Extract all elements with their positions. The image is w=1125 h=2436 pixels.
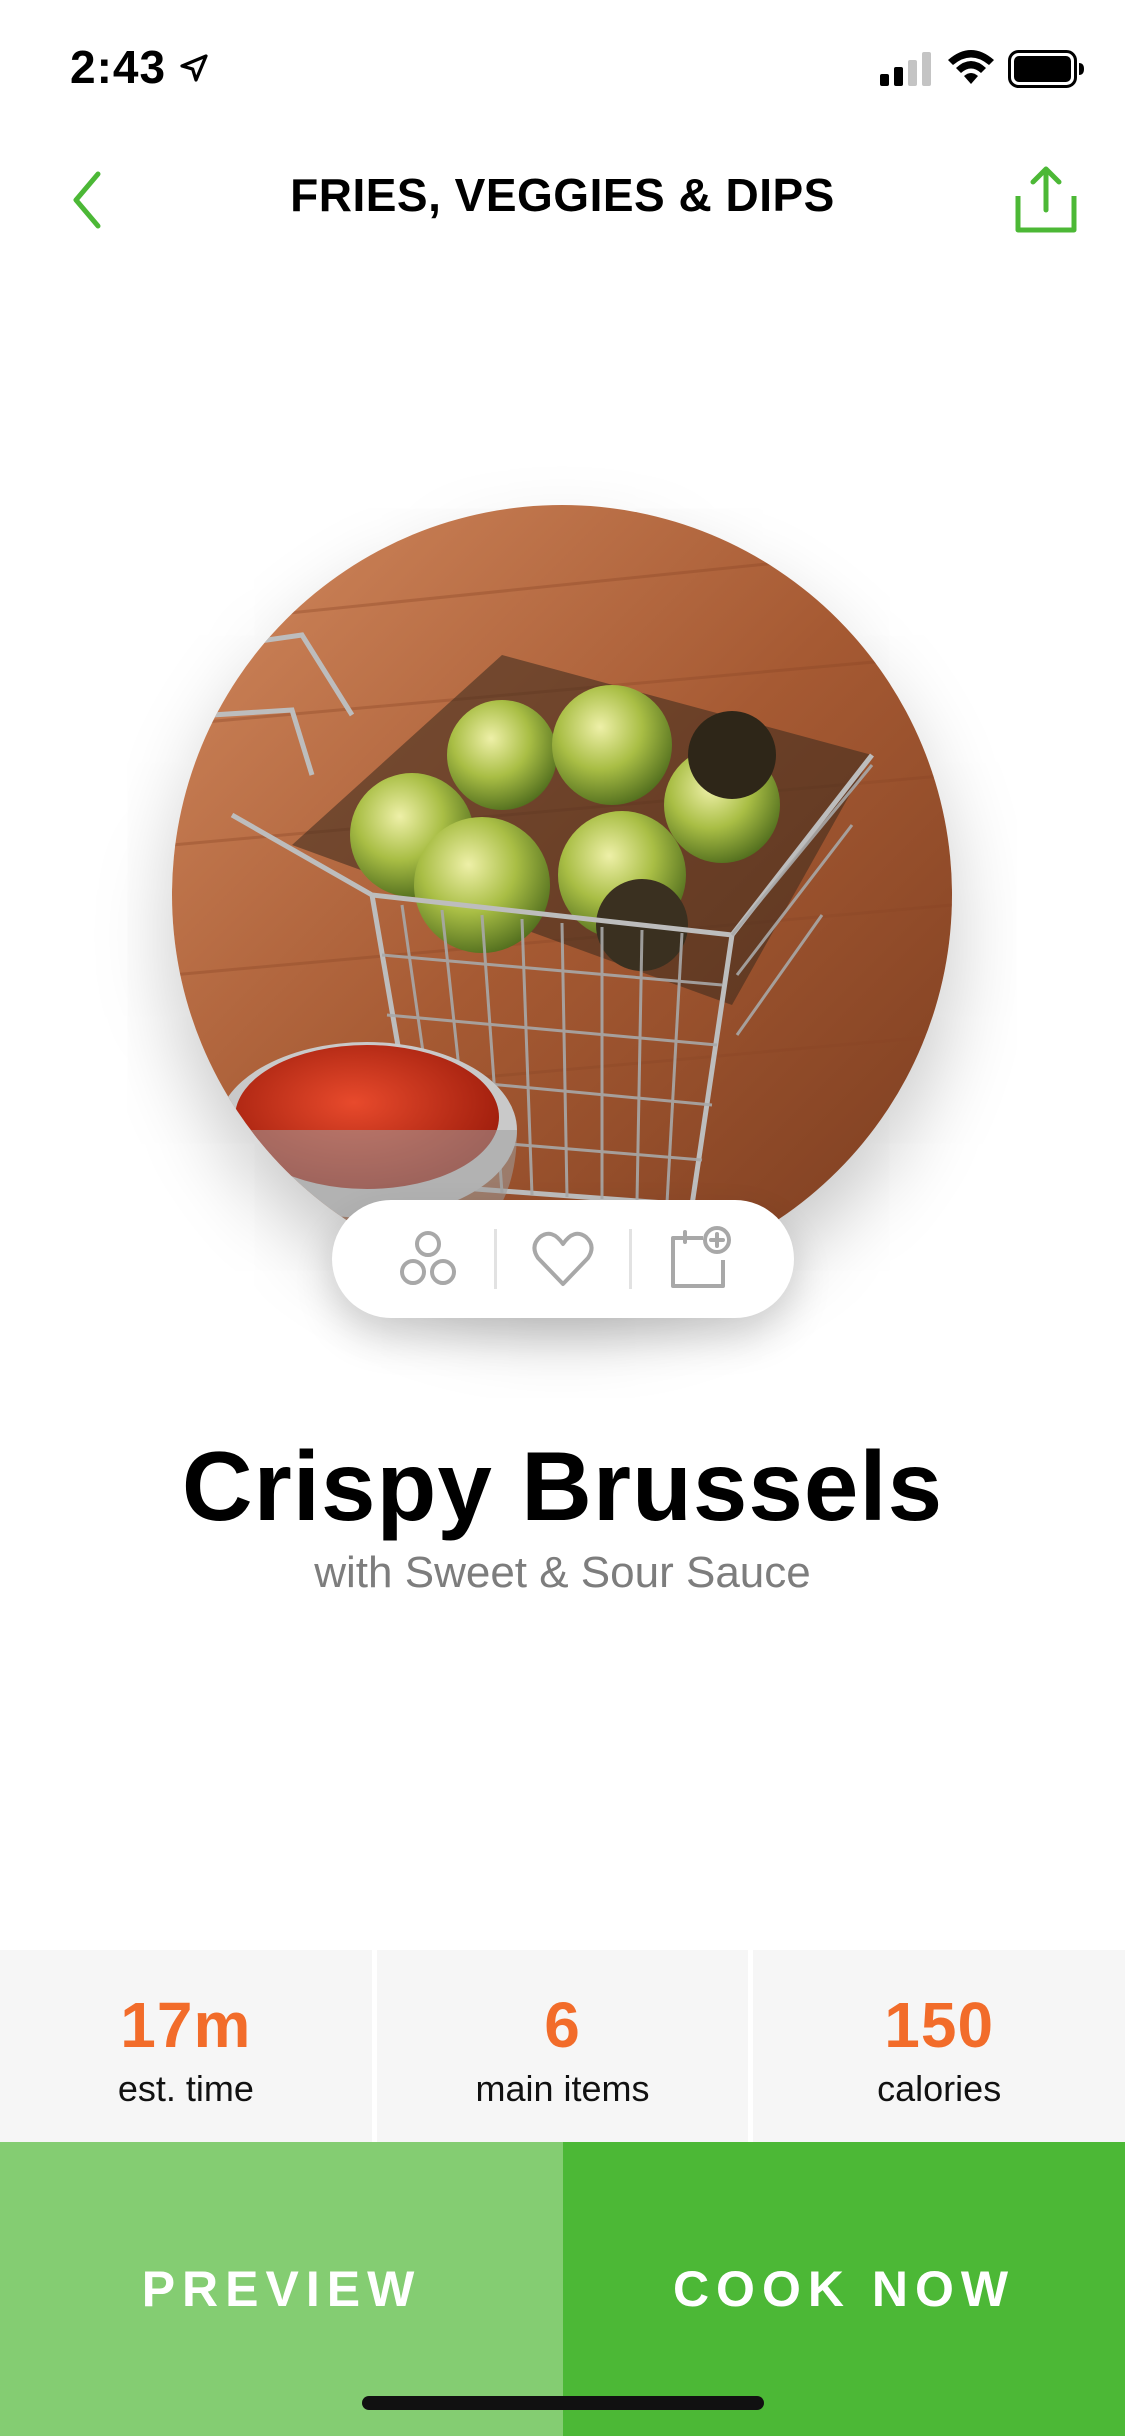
food-photo (172, 505, 952, 1285)
divider (493, 1229, 497, 1289)
wifi-icon (948, 50, 994, 84)
recipe-photo (172, 505, 952, 1285)
stat-value: 150 (884, 1989, 995, 2061)
status-time: 2:43 (70, 41, 167, 93)
nav-bar: FRIES, VEGGIES & DIPS (0, 140, 1125, 250)
recipe-subtitle: with Sweet & Sour Sauce (314, 1548, 811, 1597)
status-bar: 2:43 (0, 0, 1125, 135)
cook-now-button[interactable]: COOK NOW (563, 2142, 1125, 2436)
ingredients-button[interactable] (383, 1214, 473, 1304)
ingredients-icon (399, 1231, 456, 1285)
recipe-title: Crispy Brussels (181, 1431, 944, 1541)
stat-time: 17m est. time (0, 1950, 372, 2142)
stat-main-items: 6 main items (371, 1950, 749, 2142)
stat-label: calories (877, 2068, 1002, 2109)
share-button[interactable] (1006, 160, 1086, 240)
battery-icon (1008, 50, 1084, 88)
recipe-stats: 17m est. time 6 main items 150 calories (0, 1950, 1125, 2142)
divider (629, 1229, 633, 1289)
stat-label: est. time (117, 2068, 254, 2109)
stat-value: 6 (544, 1989, 581, 2061)
preview-button[interactable]: PREVIEW (0, 2142, 563, 2436)
add-to-calendar-button[interactable] (653, 1214, 743, 1304)
stat-calories: 150 calories (748, 1950, 1125, 2142)
heart-icon (532, 1231, 594, 1286)
cellular-signal-icon (880, 52, 931, 86)
favorite-button[interactable] (518, 1214, 608, 1304)
stat-value: 17m (120, 1989, 252, 2061)
page-title: FRIES, VEGGIES & DIPS (290, 169, 835, 221)
location-arrow-icon (180, 54, 208, 82)
action-bar (332, 1200, 794, 1318)
add-to-calendar-icon (671, 1226, 732, 1288)
share-icon (1015, 166, 1077, 233)
bottom-action-bar: PREVIEW COOK NOW (0, 2142, 1125, 2436)
stat-label: main items (475, 2068, 650, 2109)
home-indicator[interactable] (362, 2396, 764, 2410)
